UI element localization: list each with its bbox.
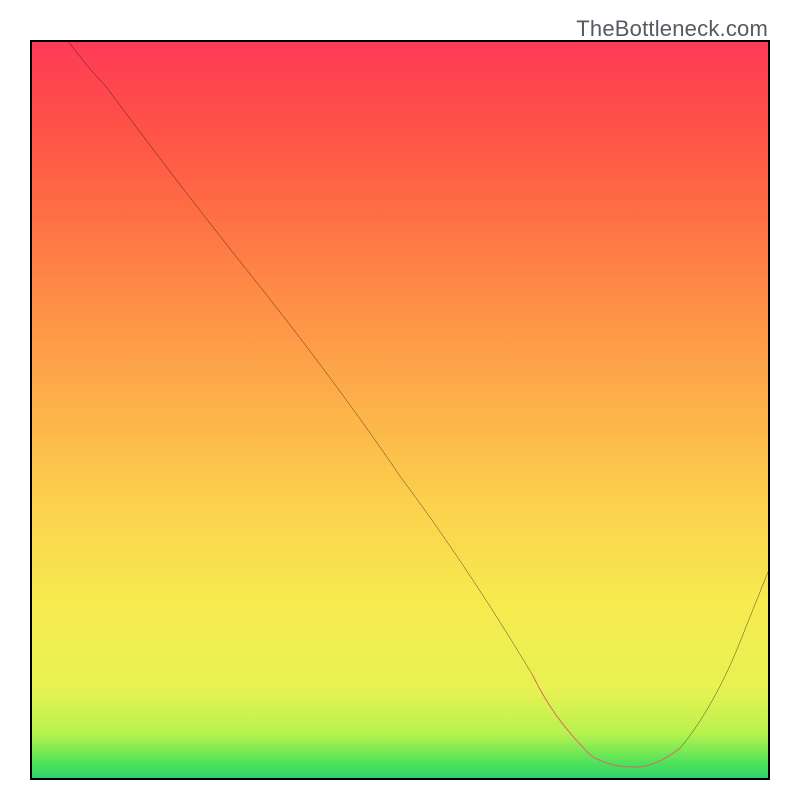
plot-area [30, 40, 770, 780]
chart-svg [32, 42, 768, 778]
attribution-label: TheBottleneck.com [576, 16, 768, 42]
chart-frame: TheBottleneck.com [10, 10, 790, 790]
bottleneck-curve [69, 42, 768, 767]
optimal-zone-highlight [532, 675, 679, 767]
